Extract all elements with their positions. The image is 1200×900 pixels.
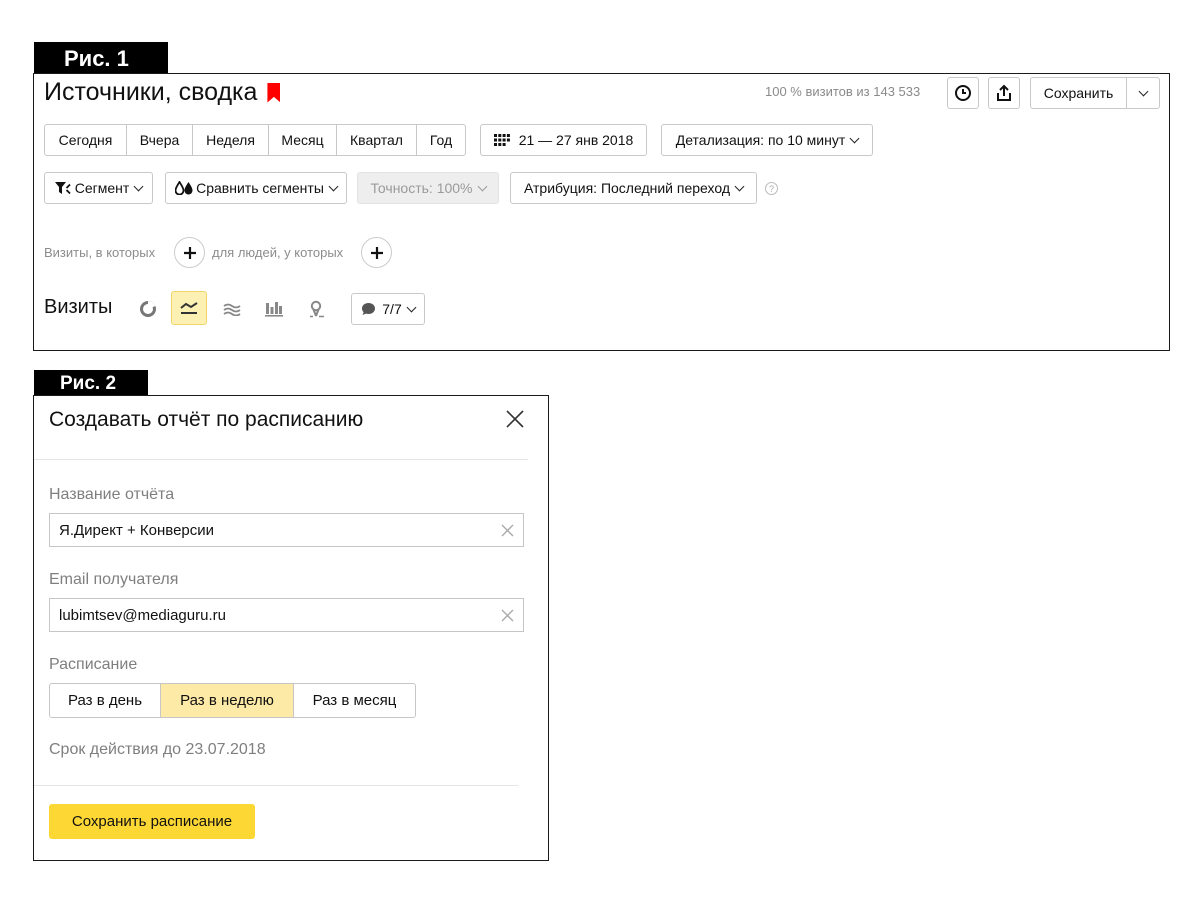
schedule-daily[interactable]: Раз в день — [50, 684, 161, 717]
attribution-label: Атрибуция: Последний переход — [523, 180, 730, 196]
map-icon[interactable] — [299, 292, 335, 326]
segment-dropdown[interactable]: Сегмент — [44, 172, 153, 204]
comment-bubble-icon — [362, 303, 376, 315]
detail-label: Детализация: по 10 минут — [675, 132, 846, 148]
chevron-down-icon — [328, 181, 339, 191]
report-header-panel: Источники, сводка 100 % визитов из 143 5… — [33, 73, 1170, 351]
date-range-label: 21 — 27 янв 2018 — [518, 132, 634, 148]
detail-dropdown[interactable]: Детализация: по 10 минут — [661, 124, 873, 156]
history-button[interactable] — [947, 77, 979, 109]
header-divider — [34, 459, 528, 460]
footer-divider — [34, 785, 518, 786]
plus-icon — [183, 246, 196, 259]
accuracy-label: Точность: 100% — [370, 180, 473, 196]
share-export-icon — [997, 84, 1011, 101]
period-week[interactable]: Неделя — [193, 125, 269, 155]
period-yesterday[interactable]: Вчера — [127, 125, 193, 155]
close-icon — [506, 410, 524, 428]
chevron-down-icon — [133, 181, 144, 191]
people-condition-label: для людей, у которых — [212, 245, 344, 260]
period-selector: Сегодня Вчера Неделя Месяц Квартал Год — [44, 124, 466, 156]
area-chart-icon[interactable] — [214, 292, 250, 326]
clock-icon — [955, 85, 971, 101]
chevron-down-icon — [406, 302, 417, 312]
figure-1-tag: Рис. 1 — [34, 42, 168, 74]
metrics-dropdown[interactable]: 7/7 — [351, 293, 425, 325]
save-report-label: Сохранить — [1031, 78, 1127, 108]
period-quarter[interactable]: Квартал — [337, 125, 417, 155]
filter-icon — [54, 181, 71, 194]
schedule-selector: Раз в день Раз в неделю Раз в месяц — [49, 683, 416, 718]
visits-condition-label: Визиты, в которых — [44, 245, 156, 260]
help-icon[interactable]: ? — [765, 182, 778, 195]
compare-segments-dropdown[interactable]: Сравнить сегменты — [165, 172, 347, 204]
figure-2-tag: Рис. 2 — [34, 370, 148, 396]
save-report-button[interactable]: Сохранить — [1030, 77, 1160, 109]
bookmark-icon[interactable] — [267, 82, 281, 103]
clear-icon[interactable] — [501, 609, 514, 622]
metrics-count: 7/7 — [382, 301, 402, 317]
valid-until-text: Срок действия до 23.07.2018 — [49, 741, 266, 758]
clear-icon[interactable] — [501, 524, 514, 537]
segment-label: Сегмент — [74, 180, 130, 196]
period-today[interactable]: Сегодня — [45, 125, 127, 155]
email-field-wrapper — [49, 598, 524, 632]
schedule-weekly[interactable]: Раз в неделю — [161, 684, 294, 717]
page-title: Источники, сводка — [44, 78, 281, 107]
compare-segments-label: Сравнить сегменты — [196, 180, 324, 196]
calendar-icon — [493, 134, 510, 146]
period-year[interactable]: Год — [417, 125, 465, 155]
schedule-label: Расписание — [49, 656, 138, 673]
compare-drops-icon — [175, 181, 193, 195]
chevron-down-icon — [1138, 86, 1148, 96]
bar-chart-icon[interactable] — [256, 292, 292, 326]
pie-chart-icon[interactable] — [130, 292, 166, 326]
add-people-condition-button[interactable] — [361, 237, 392, 268]
email-input[interactable] — [59, 599, 489, 631]
dialog-title: Создавать отчёт по расписанию — [49, 408, 364, 431]
line-chart-icon[interactable] — [171, 291, 207, 325]
report-name-field-wrapper — [49, 513, 524, 547]
period-month[interactable]: Месяц — [269, 125, 337, 155]
report-name-label: Название отчёта — [49, 486, 175, 503]
chevron-down-icon — [849, 133, 860, 143]
chevron-down-icon — [477, 181, 487, 191]
email-label: Email получателя — [49, 571, 179, 588]
add-visit-condition-button[interactable] — [174, 237, 205, 268]
page-title-text: Источники, сводка — [44, 78, 258, 106]
schedule-monthly[interactable]: Раз в месяц — [294, 684, 415, 717]
plus-icon — [370, 246, 383, 259]
chevron-down-icon — [734, 181, 745, 191]
close-button[interactable] — [504, 408, 526, 430]
report-name-input[interactable] — [59, 514, 489, 546]
save-schedule-button[interactable]: Сохранить расписание — [49, 804, 255, 839]
date-range-button[interactable]: 21 — 27 янв 2018 — [480, 124, 647, 156]
visits-sampling-info: 100 % визитов из 143 533 — [765, 84, 921, 99]
attribution-dropdown[interactable]: Атрибуция: Последний переход — [510, 172, 757, 204]
accuracy-dropdown: Точность: 100% — [357, 172, 499, 204]
schedule-report-dialog: Создавать отчёт по расписанию Название о… — [33, 395, 549, 861]
export-button[interactable] — [988, 77, 1020, 109]
save-options-toggle[interactable] — [1127, 86, 1159, 96]
visits-heading: Визиты — [44, 296, 113, 318]
